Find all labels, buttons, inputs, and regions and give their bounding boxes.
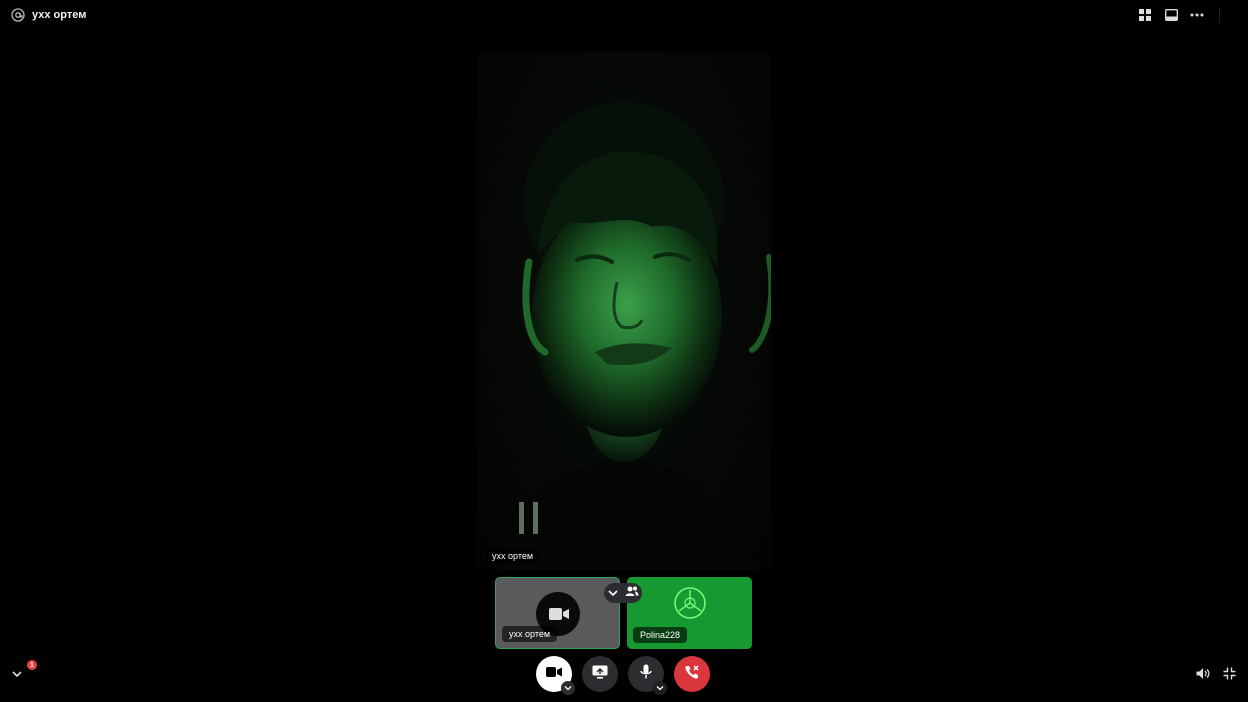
participant-tile-polina228[interactable]: Polina228 [627, 577, 752, 649]
call-toolbar [1137, 7, 1220, 23]
notification-badge: 1 [27, 660, 37, 670]
disconnect-button[interactable] [674, 656, 710, 692]
polina-name-tag: Polina228 [633, 627, 688, 643]
thumbnail-controls [604, 583, 642, 603]
microphone-icon [640, 664, 652, 685]
main-video-tile[interactable]: ухх ортем [477, 52, 771, 570]
participant-tile-self[interactable]: ухх ортем [495, 577, 620, 649]
voice-call-window: ухх ортем ухх ортем ухх ортем Polina228 … [0, 0, 1248, 702]
hang-up-phone-icon [684, 664, 700, 685]
camera-toggle-button[interactable] [536, 656, 575, 695]
mic-options-caret[interactable] [653, 681, 667, 695]
microphone-button[interactable] [628, 656, 667, 695]
call-controls [536, 656, 710, 695]
chevron-down-icon[interactable] [607, 584, 618, 602]
grid-layout-icon[interactable] [1137, 7, 1153, 23]
chevron-down-icon [656, 686, 664, 691]
participants-icon[interactable] [625, 584, 639, 602]
more-options-icon[interactable] [1189, 7, 1205, 23]
video-frame [497, 102, 771, 570]
main-video-name-tag: ухх ортем [485, 548, 541, 564]
view-controls [1196, 666, 1236, 680]
self-name-tag: ухх ортем [502, 626, 558, 642]
volume-icon[interactable] [1196, 666, 1210, 680]
call-title: ухх ортем [32, 9, 87, 21]
popout-icon[interactable] [1163, 7, 1179, 23]
chevron-down-icon [12, 671, 22, 678]
camera-options-caret[interactable] [561, 681, 575, 695]
exit-fullscreen-icon[interactable] [1222, 666, 1236, 680]
screen-share-icon [592, 665, 608, 684]
call-header: ухх ортем [10, 7, 86, 23]
screen-share-button[interactable] [582, 656, 618, 692]
video-camera-icon [546, 665, 562, 683]
collapse-button[interactable] [11, 666, 23, 684]
toolbar-divider [1219, 7, 1220, 23]
camera-icon [549, 606, 569, 627]
chevron-down-icon [564, 686, 572, 691]
at-icon [10, 7, 26, 23]
